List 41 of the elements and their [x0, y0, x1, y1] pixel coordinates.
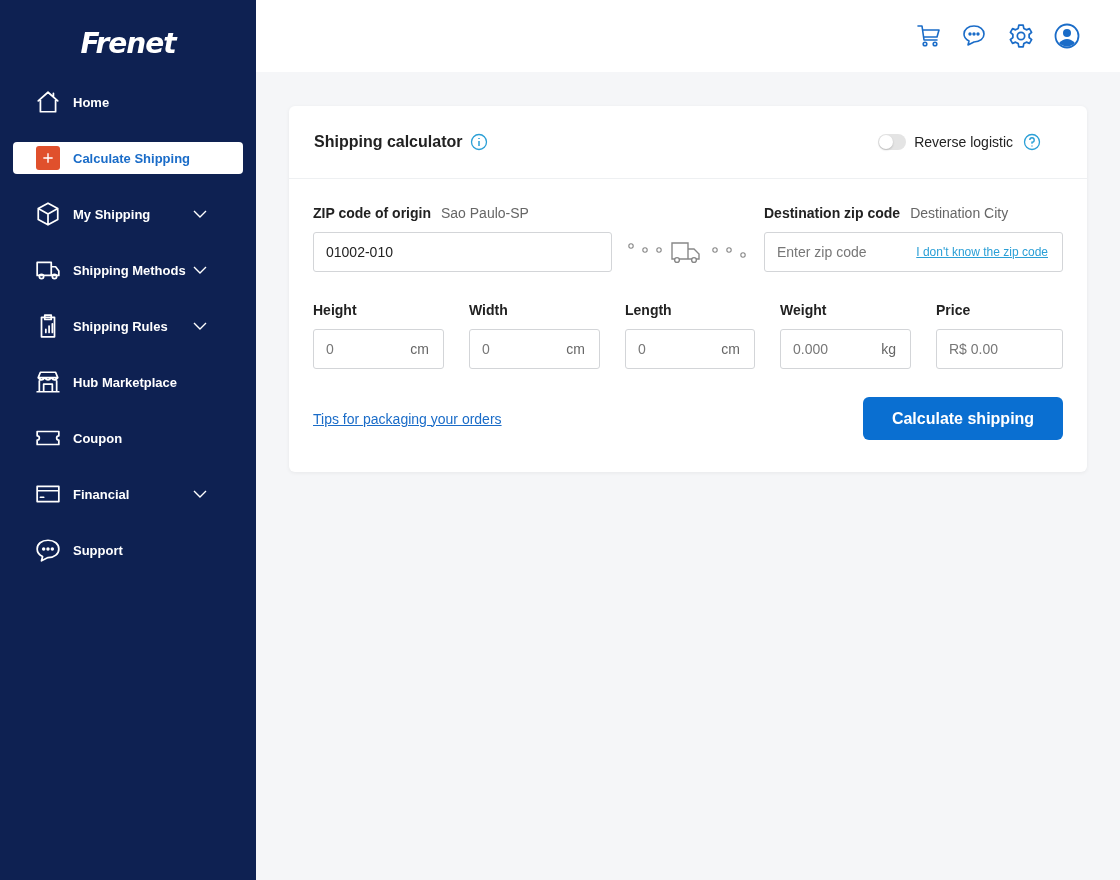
- city-name: Destination City: [910, 205, 1009, 221]
- field-label: Destination zip code: [764, 205, 901, 221]
- sidebar-item[interactable]: Home: [13, 86, 243, 118]
- cart-icon[interactable]: [916, 23, 942, 49]
- sidebar-item[interactable]: Shipping Rules: [13, 310, 243, 342]
- box-icon: [35, 201, 61, 227]
- house-icon: [35, 89, 61, 115]
- field-label: ZIP code of origin: [313, 205, 431, 221]
- field-label: Weight: [780, 302, 828, 318]
- unit-label: cm: [721, 341, 740, 357]
- plus-icon: [36, 146, 60, 170]
- settings-icon[interactable]: [1008, 23, 1034, 49]
- toggle-label: Reverse logistic: [914, 134, 1013, 150]
- sidebar-item[interactable]: Support: [13, 534, 243, 566]
- sidebar-item[interactable]: My Shipping: [13, 198, 243, 230]
- calculate-button[interactable]: Calculate shipping: [863, 397, 1063, 440]
- field-label: Length: [625, 302, 673, 318]
- unit-label: kg: [881, 341, 896, 357]
- chat-icon: [35, 537, 61, 563]
- input-field[interactable]: R$ 0.00: [936, 329, 1063, 369]
- input-field[interactable]: 01002-010: [313, 232, 612, 272]
- tips-link[interactable]: Tips for packaging your orders: [313, 410, 502, 427]
- unit-label: cm: [566, 341, 585, 357]
- user-avatar-icon[interactable]: [1054, 23, 1080, 49]
- info-icon[interactable]: [470, 133, 489, 151]
- sidebar-item[interactable]: Calculate Shipping: [13, 142, 243, 174]
- city-name: Sao Paulo-SP: [440, 205, 529, 221]
- sidebar-item[interactable]: Financial: [13, 478, 243, 510]
- sidebar-item[interactable]: Coupon: [13, 422, 243, 454]
- field-label: Price: [936, 302, 972, 318]
- card-title: Shipping calculator: [314, 133, 463, 151]
- chat-icon[interactable]: [962, 23, 988, 49]
- help-icon[interactable]: [1023, 133, 1041, 151]
- field-label: Width: [469, 302, 509, 318]
- logo: Frenet: [80, 27, 176, 60]
- store-icon: [35, 369, 61, 395]
- sidebar-item[interactable]: Hub Marketplace: [13, 366, 243, 398]
- sidebar-item[interactable]: Shipping Methods: [13, 254, 243, 286]
- field-label: Height: [313, 302, 358, 318]
- unit-label: cm: [410, 341, 429, 357]
- toggle-switch[interactable]: [878, 134, 907, 150]
